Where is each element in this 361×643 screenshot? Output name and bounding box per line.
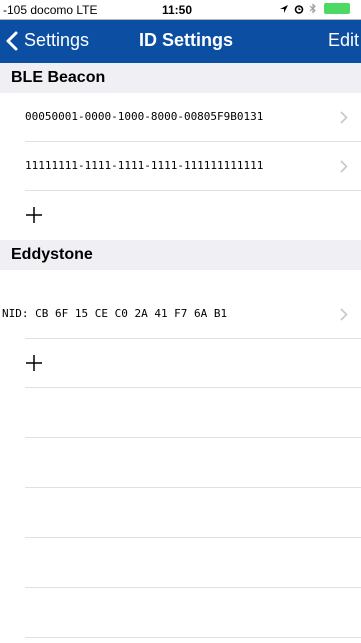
empty-row xyxy=(0,589,361,638)
status-time: 11:50 xyxy=(162,3,193,17)
chevron-right-icon xyxy=(340,308,348,321)
alarm-icon xyxy=(294,4,304,14)
edit-button[interactable]: Edit xyxy=(328,30,359,51)
eddystone-id-label: NID: CB 6F 15 CE C0 2A 41 F7 6A B1 xyxy=(2,307,228,320)
page-title: ID Settings xyxy=(139,30,234,50)
ble-id-label: 11111111-1111-1111-1111-111111111111 xyxy=(25,159,264,172)
bluetooth-icon xyxy=(309,3,316,14)
row-separator xyxy=(25,537,361,538)
empty-row xyxy=(0,439,361,488)
back-button-label: Settings xyxy=(24,30,90,50)
empty-row xyxy=(0,489,361,538)
battery-icon xyxy=(324,3,350,14)
plus-icon xyxy=(26,207,42,223)
chevron-right-icon xyxy=(340,111,348,124)
row-separator xyxy=(25,637,361,638)
location-icon xyxy=(280,4,288,13)
list-item-ble-id[interactable]: 11111111-1111-1111-1111-111111111111 xyxy=(0,142,361,191)
add-ble-beacon-button[interactable] xyxy=(0,191,361,240)
chevron-left-icon xyxy=(6,31,18,50)
row-separator xyxy=(25,487,361,488)
empty-row xyxy=(0,389,361,438)
section-header-ble-beacon: BLE Beacon xyxy=(0,63,361,93)
list-item-eddystone-id[interactable]: NID: CB 6F 15 CE C0 2A 41 F7 6A B1 xyxy=(0,290,361,339)
plus-icon xyxy=(26,355,42,371)
back-button[interactable]: Settings xyxy=(6,30,89,51)
row-separator xyxy=(25,587,361,588)
status-bar: -105 docomo LTE 11:50 xyxy=(0,0,361,20)
row-separator xyxy=(25,387,361,388)
status-icons xyxy=(279,3,350,14)
navigation-bar: Settings ID Settings Edit xyxy=(0,20,361,63)
row-separator xyxy=(25,437,361,438)
section-header-eddystone: Eddystone xyxy=(0,240,361,270)
empty-row xyxy=(0,539,361,588)
carrier-label: -105 docomo LTE xyxy=(3,3,98,17)
add-eddystone-button[interactable] xyxy=(0,339,361,388)
ble-id-label: 00050001-0000-1000-8000-00805F9B0131 xyxy=(25,110,264,123)
list-item-ble-id[interactable]: 00050001-0000-1000-8000-00805F9B0131 xyxy=(0,93,361,142)
chevron-right-icon xyxy=(340,160,348,173)
